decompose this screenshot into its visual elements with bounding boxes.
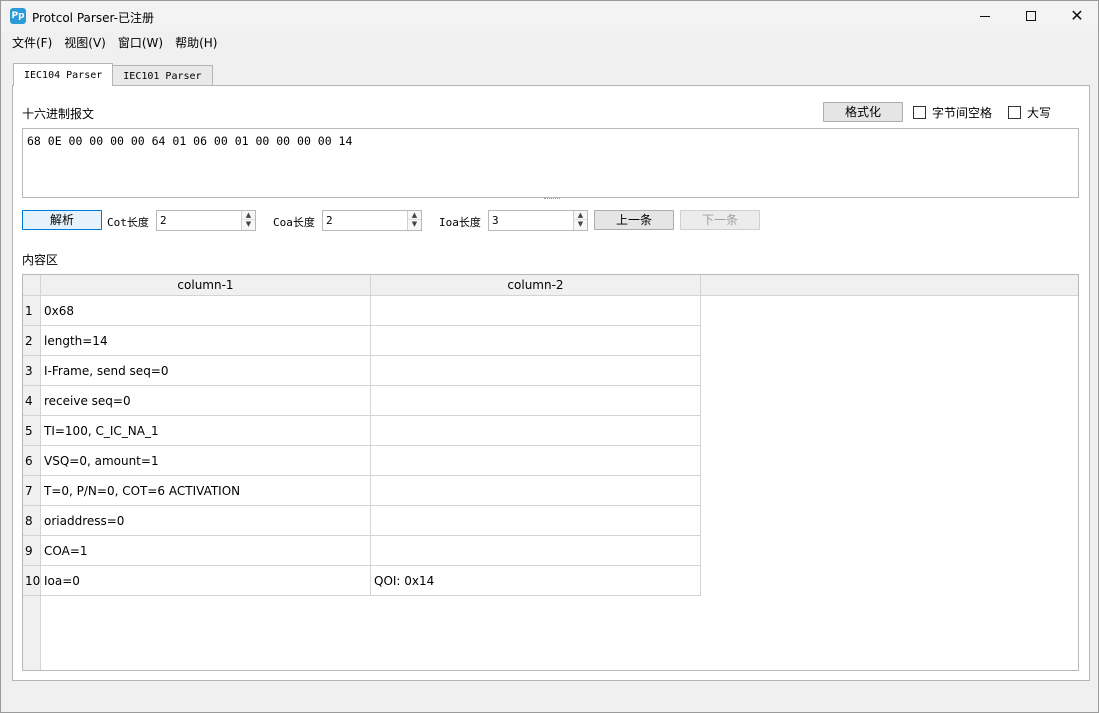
maximize-button[interactable] [1008, 1, 1054, 31]
table-row[interactable]: 8 oriaddress=0 [23, 506, 701, 536]
row-header[interactable]: 6 [23, 446, 41, 476]
ioa-length-value: 3 [492, 214, 499, 227]
table-cell[interactable]: receive seq=0 [41, 386, 371, 416]
menu-file[interactable]: 文件(F) [6, 32, 58, 53]
cot-length-spinbox[interactable]: 2 ▲ ▼ [156, 210, 256, 231]
row-header[interactable]: 1 [23, 296, 41, 326]
ioa-length-label: Ioa长度 [439, 216, 481, 229]
uppercase-checkbox-label: 大写 [1027, 105, 1052, 120]
table-cell[interactable] [371, 296, 701, 326]
app-window: Pp Protcol Parser-已注册 ✕ 文件(F) 视图(V) 窗口(W… [0, 0, 1099, 713]
table-cell[interactable]: 0x68 [41, 296, 371, 326]
spin-down-icon[interactable]: ▼ [242, 220, 255, 229]
title-bar: Pp Protcol Parser-已注册 ✕ [1, 1, 1098, 31]
next-button[interactable]: 下一条 [680, 210, 760, 230]
column-header-2[interactable]: column-2 [371, 275, 701, 296]
row-header[interactable]: 2 [23, 326, 41, 356]
table-cell[interactable] [371, 416, 701, 446]
tab-bar: IEC104 Parser IEC101 Parser [13, 63, 213, 86]
spin-up-icon[interactable]: ▲ [574, 211, 587, 220]
close-button[interactable]: ✕ [1054, 1, 1099, 31]
table-cell[interactable] [371, 446, 701, 476]
parse-button[interactable]: 解析 [22, 210, 102, 230]
ioa-length-spinbox[interactable]: 3 ▲ ▼ [488, 210, 588, 231]
byte-space-checkbox-label: 字节间空格 [932, 105, 993, 120]
cot-length-value: 2 [160, 214, 167, 227]
window-title: Protcol Parser-已注册 [32, 11, 154, 25]
menu-help[interactable]: 帮助(H) [169, 32, 223, 53]
tab-iec101[interactable]: IEC101 Parser [112, 65, 213, 86]
cot-length-label: Cot长度 [107, 216, 149, 229]
table-row[interactable]: 9 COA=1 [23, 536, 701, 566]
tab-iec104[interactable]: IEC104 Parser [13, 63, 114, 86]
table-cell[interactable] [371, 326, 701, 356]
table-cell[interactable]: COA=1 [41, 536, 371, 566]
table-cell[interactable]: TI=100, C_IC_NA_1 [41, 416, 371, 446]
byte-space-checkbox-box[interactable] [913, 105, 926, 119]
result-table[interactable]: column-1 column-2 1 0x68 2 length=14 3 I… [22, 274, 1079, 671]
table-row[interactable]: 4 receive seq=0 [23, 386, 701, 416]
maximize-icon [1026, 11, 1036, 21]
table-row[interactable]: 5 TI=100, C_IC_NA_1 [23, 416, 701, 446]
uppercase-checkbox-box[interactable] [1008, 105, 1021, 119]
menu-view[interactable]: 视图(V) [58, 32, 112, 53]
row-header[interactable]: 4 [23, 386, 41, 416]
table-row[interactable]: 7 T=0, P/N=0, COT=6 ACTIVATION [23, 476, 701, 506]
hex-input[interactable]: 68 0E 00 00 00 00 64 01 06 00 01 00 00 0… [22, 128, 1079, 198]
table-cell[interactable] [371, 536, 701, 566]
table-cell[interactable]: I-Frame, send seq=0 [41, 356, 371, 386]
coa-length-label: Coa长度 [273, 216, 315, 229]
table-cell[interactable] [371, 386, 701, 416]
splitter-handle[interactable] [544, 198, 560, 200]
row-header[interactable]: 9 [23, 536, 41, 566]
table-cell[interactable] [371, 506, 701, 536]
table-cell[interactable]: Ioa=0 [41, 566, 371, 596]
column-header-1[interactable]: column-1 [41, 275, 371, 296]
table-cell[interactable] [371, 356, 701, 386]
cot-spin-arrows: ▲ ▼ [241, 211, 255, 230]
spin-down-icon[interactable]: ▼ [574, 220, 587, 229]
table-row[interactable]: 10 Ioa=0 QOI: 0x14 [23, 566, 701, 596]
table-row[interactable]: 2 length=14 [23, 326, 701, 356]
minimize-button[interactable] [962, 1, 1008, 31]
table-cell[interactable]: T=0, P/N=0, COT=6 ACTIVATION [41, 476, 371, 506]
table-cell[interactable]: oriaddress=0 [41, 506, 371, 536]
table-cell[interactable]: QOI: 0x14 [371, 566, 701, 596]
row-header[interactable]: 7 [23, 476, 41, 506]
menu-bar: 文件(F) 视图(V) 窗口(W) 帮助(H) [1, 32, 1098, 53]
format-button[interactable]: 格式化 [823, 102, 903, 122]
content-label: 内容区 [22, 253, 59, 267]
row-header[interactable]: 5 [23, 416, 41, 446]
ioa-spin-arrows: ▲ ▼ [573, 211, 587, 230]
header-filler [701, 275, 1078, 296]
byte-space-checkbox[interactable]: 字节间空格 [913, 104, 992, 120]
minimize-icon [980, 15, 990, 17]
row-header[interactable]: 8 [23, 506, 41, 536]
spin-down-icon[interactable]: ▼ [408, 220, 421, 229]
row-header[interactable]: 10 [23, 566, 41, 596]
table-corner-button[interactable] [23, 275, 41, 296]
prev-button[interactable]: 上一条 [594, 210, 674, 230]
menu-window[interactable]: 窗口(W) [112, 32, 169, 53]
row-header[interactable]: 3 [23, 356, 41, 386]
app-icon: Pp [10, 8, 26, 24]
table-row[interactable]: 6 VSQ=0, amount=1 [23, 446, 701, 476]
table-cell[interactable] [371, 476, 701, 506]
coa-spin-arrows: ▲ ▼ [407, 211, 421, 230]
table-row[interactable]: 3 I-Frame, send seq=0 [23, 356, 701, 386]
table-cell[interactable]: length=14 [41, 326, 371, 356]
table-row[interactable]: 1 0x68 [23, 296, 701, 326]
table-cell[interactable]: VSQ=0, amount=1 [41, 446, 371, 476]
close-icon: ✕ [1070, 6, 1084, 25]
hex-label: 十六进制报文 [22, 107, 95, 121]
spin-up-icon[interactable]: ▲ [408, 211, 421, 220]
spin-up-icon[interactable]: ▲ [242, 211, 255, 220]
coa-length-value: 2 [326, 214, 333, 227]
coa-length-spinbox[interactable]: 2 ▲ ▼ [322, 210, 422, 231]
uppercase-checkbox[interactable]: 大写 [1008, 104, 1051, 120]
